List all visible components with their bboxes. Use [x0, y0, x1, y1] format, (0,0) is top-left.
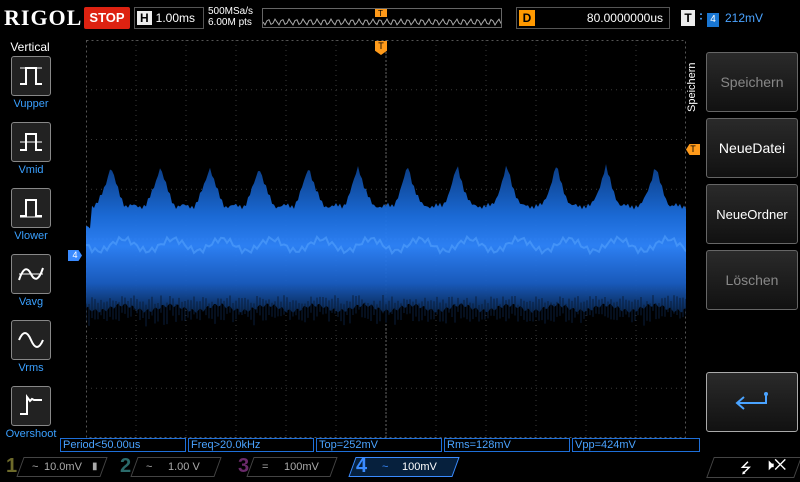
measure-vupper-button[interactable]: Vupper [10, 56, 52, 110]
vrms-label: Vrms [4, 362, 58, 374]
channel-4-marker-label: 4 [72, 250, 77, 260]
measure-overshoot-button[interactable]: Overshoot [10, 386, 52, 440]
channel-2-number: 2 [120, 455, 131, 477]
channel-3-status[interactable]: 3 = 100mV [234, 456, 338, 478]
speichern-label: Speichern [720, 74, 783, 90]
channel-1-scale: 10.0mV [44, 456, 82, 478]
speichern-button[interactable]: Speichern [706, 52, 798, 112]
trigger-source: 4 [707, 13, 719, 27]
channel-1-coupling: ~ [32, 456, 38, 478]
channel-3-number: 3 [238, 455, 249, 477]
return-button[interactable] [706, 372, 798, 432]
usb-icon: ⭍ [740, 458, 752, 482]
memory-overview-bar[interactable]: T [262, 8, 502, 28]
measurement-top[interactable]: Top=252mV [316, 438, 442, 452]
measure-vavg-button[interactable]: Vavg [10, 254, 52, 308]
vlower-icon [11, 188, 51, 228]
vrms-icon [11, 320, 51, 360]
run-stop-indicator[interactable]: STOP [84, 7, 130, 29]
vertical-measure-menu: Vertical Vupper Vmid Vlower Vavg Vrms Ov… [0, 36, 60, 440]
trigger-position-marker-label: T [378, 41, 384, 51]
channel-3-coupling: = [262, 456, 268, 478]
trigger-box[interactable]: T ˸ 4 212mV [678, 7, 796, 29]
memory-depth: 6.00M pts [208, 17, 253, 28]
channel-2-coupling: ~ [146, 456, 152, 478]
measure-vlower-button[interactable]: Vlower [10, 188, 52, 242]
timebase-box[interactable]: H 1.00ms [134, 7, 204, 29]
delay-label: D [519, 10, 535, 26]
measurement-frequency[interactable]: Freq>20.0kHz [188, 438, 314, 452]
neue-ordner-button[interactable]: NeueOrdner [706, 184, 798, 244]
menu-title: Vertical [0, 40, 60, 54]
measure-vrms-button[interactable]: Vrms [10, 320, 52, 374]
channel-2-status[interactable]: 2 ~ 1.00 V [118, 456, 222, 478]
trigger-level: 212mV [725, 11, 763, 25]
delay-value: 80.0000000us [587, 8, 663, 28]
overshoot-icon [11, 386, 51, 426]
channel-3-scale: 100mV [284, 456, 319, 478]
channel-4-offset-marker[interactable]: 4 [68, 250, 82, 261]
save-menu: Speichern Speichern NeueDatei NeueOrdner… [688, 40, 800, 436]
channel-1-number: 1 [6, 455, 17, 477]
vmid-label: Vmid [4, 164, 58, 176]
vupper-label: Vupper [4, 98, 58, 110]
channel-1-status[interactable]: 1 ~ 10.0mV ▮ [4, 456, 108, 478]
measure-vmid-button[interactable]: Vmid [10, 122, 52, 176]
channel-4-scale: 100mV [402, 456, 437, 478]
timebase-value: 1.00ms [156, 11, 195, 25]
overview-trigger-marker: T [378, 9, 383, 18]
channel-4-number: 4 [356, 455, 367, 477]
vupper-icon [11, 56, 51, 96]
return-arrow-icon [732, 391, 772, 413]
save-menu-title: Speichern [686, 42, 698, 112]
delay-box[interactable]: D 80.0000000us [516, 7, 670, 29]
vmid-icon [11, 122, 51, 162]
channel-4-status[interactable]: 4 ~ 100mV [350, 456, 460, 478]
horizontal-label: H [137, 11, 152, 25]
top-status-bar: RIGOL STOP H 1.00ms 500MSa/s 6.00M pts T … [0, 0, 800, 36]
channel-1-bandwidth-icon: ▮ [92, 456, 98, 478]
neue-ordner-label: NeueOrdner [716, 207, 788, 222]
rising-edge-icon: ˸ [699, 11, 703, 25]
loeschen-button[interactable]: Löschen [706, 250, 798, 310]
vlower-label: Vlower [4, 230, 58, 242]
overshoot-label: Overshoot [4, 428, 58, 440]
neue-datei-label: NeueDatei [719, 140, 785, 156]
waveform-grid [86, 40, 686, 438]
measurement-bar: Period<50.00us Freq>20.0kHz Top=252mV Rm… [60, 438, 700, 453]
waveform-display[interactable] [86, 40, 686, 438]
brand-logo: RIGOL [4, 5, 82, 31]
loeschen-label: Löschen [726, 272, 779, 288]
vavg-label: Vavg [4, 296, 58, 308]
neue-datei-button[interactable]: NeueDatei [706, 118, 798, 178]
measurement-vpp[interactable]: Vpp=424mV [572, 438, 700, 452]
trigger-label: T [681, 10, 695, 26]
sample-rate: 500MSa/s [208, 6, 253, 17]
channel-status-bar: 1 ~ 10.0mV ▮ 2 ~ 1.00 V 3 = 100mV 4 ~ 10… [0, 455, 800, 480]
memory-overview-waveform: T [263, 9, 501, 27]
vavg-icon [11, 254, 51, 294]
channel-2-scale: 1.00 V [168, 456, 200, 478]
measurement-period[interactable]: Period<50.00us [60, 438, 186, 452]
speaker-mute-icon[interactable]: 🕨✕ [764, 457, 786, 475]
channel-4-coupling: ~ [382, 456, 388, 478]
measurement-rms[interactable]: Rms=128mV [444, 438, 570, 452]
acquisition-info: 500MSa/s 6.00M pts [208, 6, 253, 28]
